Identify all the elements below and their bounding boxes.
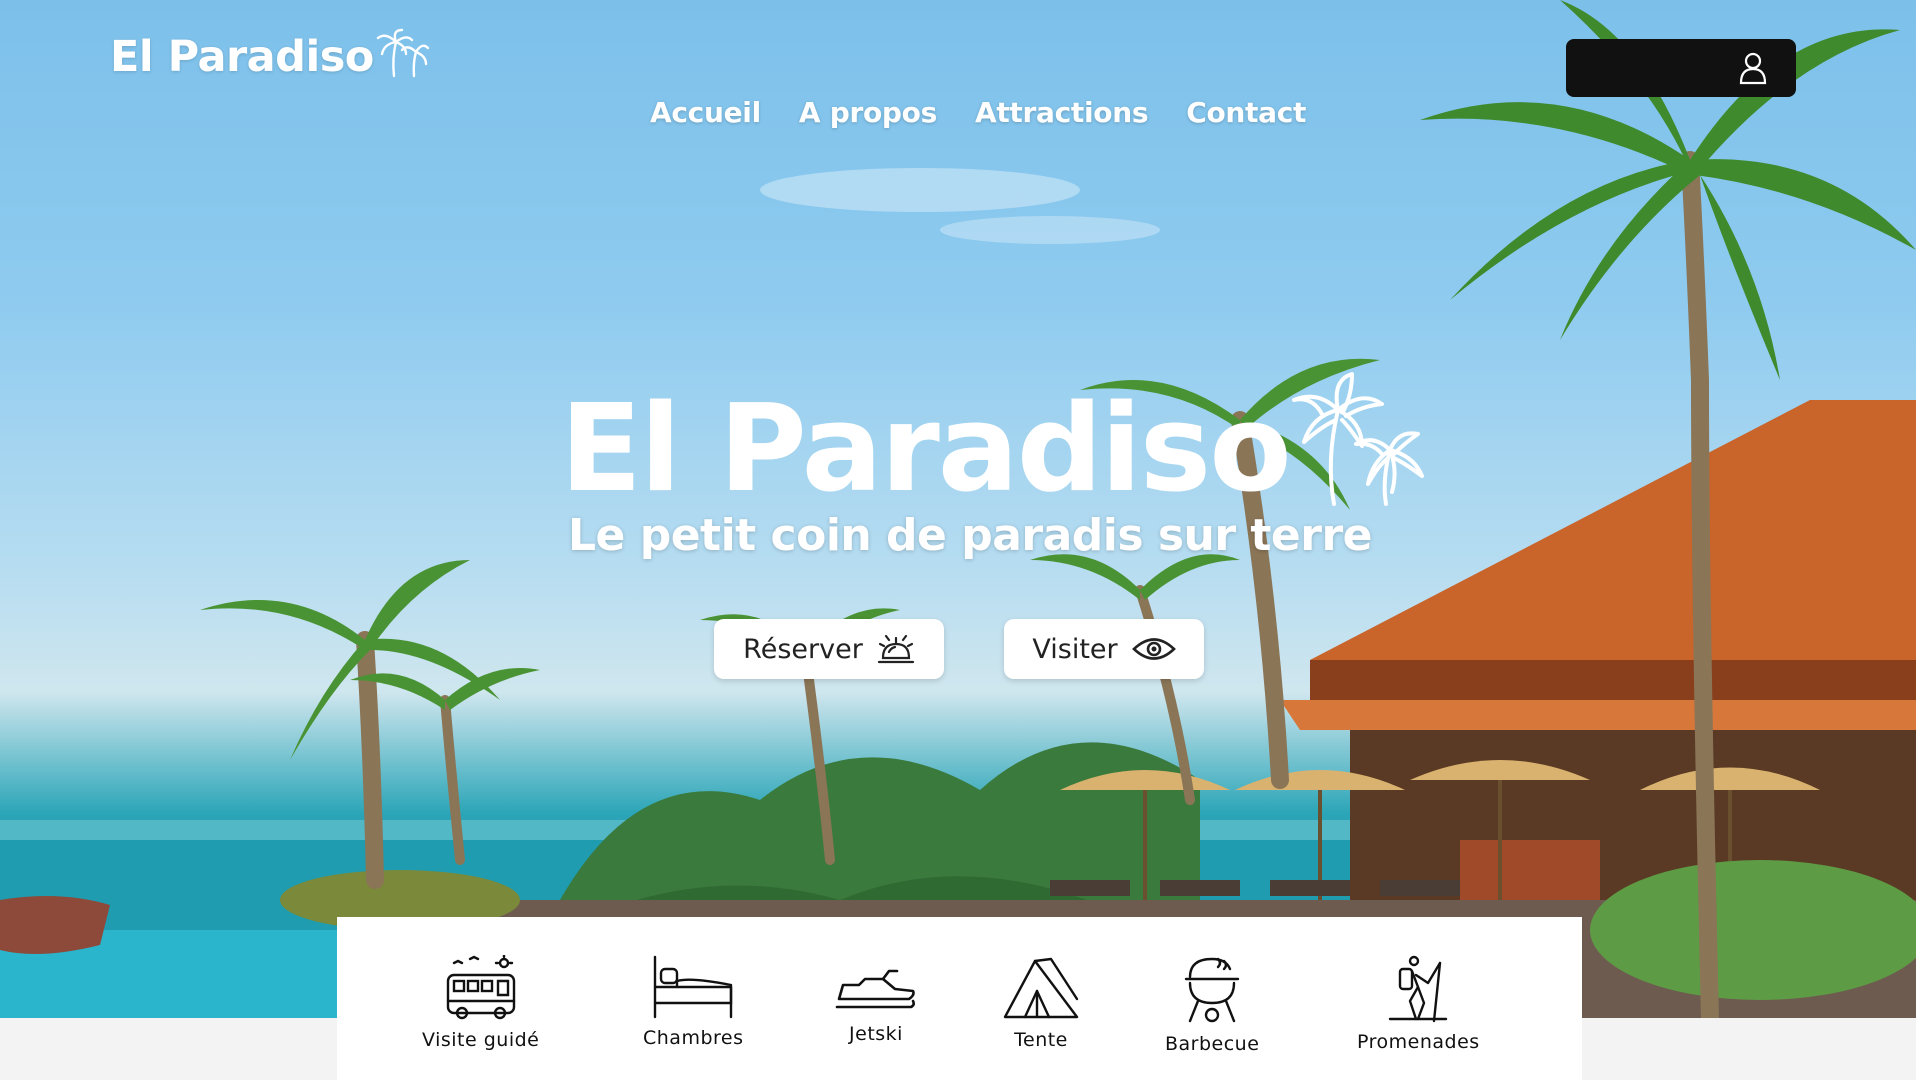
bus-icon (446, 955, 515, 1020)
visit-button[interactable]: Visiter (1004, 619, 1204, 679)
amenity-item-jetski[interactable]: Jetski (835, 955, 917, 1045)
amenity-item-chambres[interactable]: Chambres (643, 955, 744, 1049)
amenities-panel: Visite guidé Chambres Jetski Tente Barbe… (337, 917, 1582, 1080)
bed-icon (654, 955, 733, 1019)
amenity-item-visite-guide[interactable]: Visite guidé (422, 955, 539, 1051)
hero-title-text: El Paradiso (560, 380, 1292, 519)
nav-item-a-propos[interactable]: A propos (799, 96, 937, 129)
hero-background: El Paradiso Accueil A propos Attractions… (0, 0, 1916, 1018)
amenity-label: Visite guidé (422, 1029, 540, 1051)
amenity-label: Tente (1014, 1029, 1068, 1051)
jetski-icon (835, 969, 915, 1009)
main-navigation: Accueil A propos Attractions Contact (650, 96, 1306, 129)
amenity-item-tente[interactable]: Tente (1003, 955, 1079, 1051)
amenity-item-promenades[interactable]: Promenades (1357, 955, 1480, 1053)
nav-item-accueil[interactable]: Accueil (650, 96, 761, 129)
eye-icon (1131, 638, 1176, 660)
user-icon (1739, 52, 1767, 85)
amenity-label: Chambres (643, 1027, 744, 1049)
account-button[interactable] (1566, 39, 1796, 97)
amenity-label: Jetski (849, 1023, 903, 1045)
palm-trees-icon (1291, 372, 1424, 506)
reserve-button[interactable]: Réserver (714, 619, 944, 679)
brand-name: El Paradiso (110, 32, 374, 82)
amenity-label: Barbecue (1165, 1033, 1260, 1055)
hero-subtitle: Le petit coin de paradis sur terre (568, 510, 1373, 561)
amenity-label: Promenades (1357, 1031, 1480, 1053)
service-bell-icon (877, 634, 914, 664)
nav-item-contact[interactable]: Contact (1186, 96, 1306, 129)
barbecue-icon (1185, 957, 1240, 1023)
hero-title: El Paradiso (560, 370, 1432, 510)
brand-logo[interactable]: El Paradiso (110, 28, 430, 82)
amenity-item-barbecue[interactable]: Barbecue (1165, 955, 1259, 1055)
visit-button-label: Visiter (1032, 633, 1118, 665)
hiker-icon (1389, 955, 1448, 1023)
nav-item-attractions[interactable]: Attractions (975, 96, 1149, 129)
tent-icon (1003, 957, 1079, 1019)
palm-tree-logo-icon (376, 28, 430, 78)
reserve-button-label: Réserver (743, 633, 863, 665)
